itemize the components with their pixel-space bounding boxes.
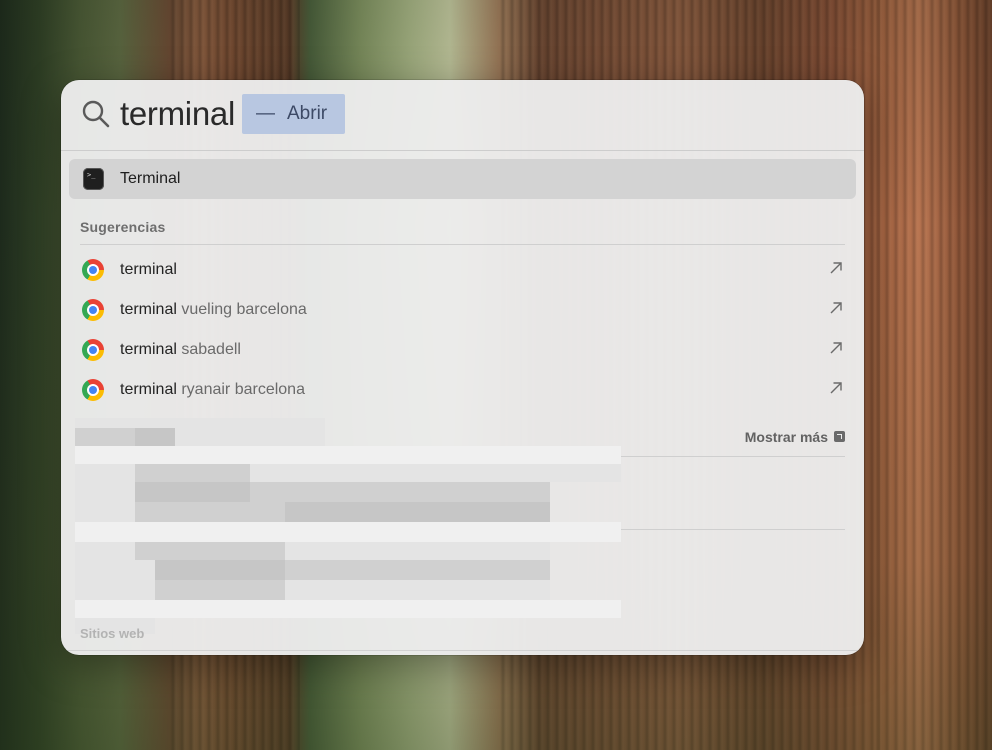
suggestion-item[interactable]: terminal ryanair barcelona xyxy=(80,375,845,405)
section-divider xyxy=(621,456,845,457)
suggestion-query: terminal xyxy=(120,381,177,398)
redaction-block xyxy=(75,482,135,502)
suggestion-query: terminal xyxy=(120,301,177,318)
suggestion-text: terminal sabadell xyxy=(120,340,241,360)
arrow-up-right-icon xyxy=(830,302,842,314)
pixelated-redacted-area xyxy=(75,418,621,638)
chrome-icon xyxy=(82,259,104,281)
search-icon xyxy=(82,100,110,128)
websites-section-title: Sitios web xyxy=(80,626,145,641)
suggestion-completion: ryanair barcelona xyxy=(176,381,305,398)
redaction-block xyxy=(285,502,550,522)
search-query-text[interactable]: terminal xyxy=(120,92,235,136)
redaction-block xyxy=(285,560,550,580)
chrome-icon xyxy=(82,299,104,321)
spotlight-panel: terminal — Abrir >_ Terminal Sugerencias… xyxy=(61,80,864,655)
redaction-block xyxy=(285,542,550,560)
redaction-block xyxy=(155,560,285,580)
redaction-block xyxy=(75,600,621,618)
redaction-block xyxy=(75,580,155,600)
redaction-block xyxy=(75,560,155,580)
redaction-block xyxy=(135,464,250,482)
wallpaper-tree-trunk xyxy=(875,0,992,750)
redaction-block xyxy=(250,464,621,482)
chrome-icon xyxy=(82,339,104,361)
open-hint-dash: — xyxy=(256,103,275,124)
redaction-block xyxy=(75,464,135,482)
search-divider xyxy=(61,150,864,151)
redaction-block xyxy=(75,418,325,428)
redaction-block xyxy=(135,502,285,522)
arrow-up-right-icon xyxy=(830,382,842,394)
suggestion-item[interactable]: terminal vueling barcelona xyxy=(80,295,845,325)
arrow-up-right-icon xyxy=(830,342,842,354)
suggestion-text: terminal ryanair barcelona xyxy=(120,380,305,400)
redaction-block xyxy=(75,502,135,522)
arrow-up-right-icon xyxy=(830,262,842,274)
open-external-icon xyxy=(834,431,845,443)
redaction-block xyxy=(135,482,250,502)
suggestion-query: terminal xyxy=(120,261,177,278)
redaction-block xyxy=(285,580,550,600)
top-hit-label: Terminal xyxy=(120,170,181,187)
section-divider xyxy=(61,650,864,651)
redaction-block xyxy=(75,542,135,560)
suggestion-item[interactable]: terminal sabadell xyxy=(80,335,845,365)
open-action-hint[interactable]: — Abrir xyxy=(242,94,345,134)
show-more-label: Mostrar más xyxy=(744,428,828,445)
chrome-icon xyxy=(82,379,104,401)
terminal-app-icon: >_ xyxy=(83,168,104,190)
suggestions-section-title: Sugerencias xyxy=(80,219,166,235)
redaction-block xyxy=(135,428,175,446)
redaction-block xyxy=(175,428,325,446)
redaction-block xyxy=(75,446,621,464)
suggestion-item[interactable]: terminal xyxy=(80,255,845,285)
suggestion-completion: sabadell xyxy=(176,341,241,358)
redaction-block xyxy=(135,542,285,560)
redaction-block xyxy=(155,580,285,600)
open-hint-label: Abrir xyxy=(287,103,328,124)
suggestion-completion: vueling barcelona xyxy=(176,301,307,318)
top-hit-terminal[interactable]: >_ Terminal xyxy=(69,159,856,199)
spotlight-search-bar[interactable]: terminal — Abrir xyxy=(61,80,864,150)
suggestion-text: terminal xyxy=(120,260,177,280)
suggestions-divider xyxy=(80,244,845,245)
suggestion-text: terminal vueling barcelona xyxy=(120,300,307,320)
section-divider xyxy=(621,529,845,530)
suggestion-query: terminal xyxy=(120,341,177,358)
redaction-block xyxy=(250,482,550,502)
show-more-button[interactable]: Mostrar más xyxy=(621,428,845,448)
redaction-block xyxy=(75,522,621,542)
desktop-wallpaper: terminal — Abrir >_ Terminal Sugerencias… xyxy=(0,0,992,750)
